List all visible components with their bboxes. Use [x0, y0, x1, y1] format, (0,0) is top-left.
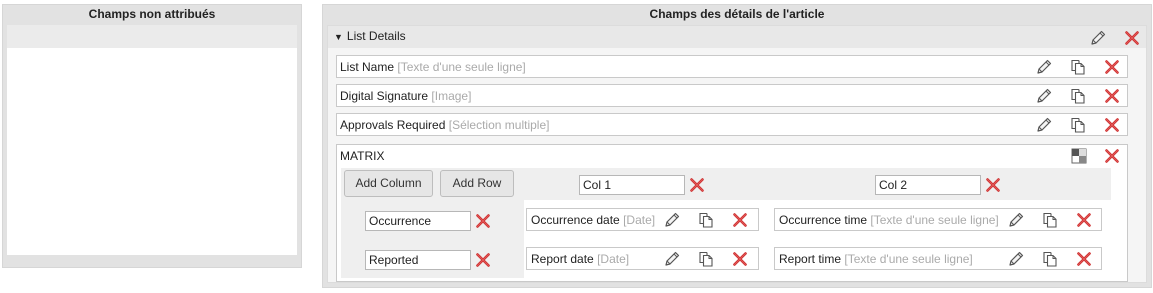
copy-icon[interactable] [697, 250, 715, 268]
cell-name: Report date [531, 252, 594, 266]
section-header[interactable]: ▼ List Details [328, 26, 1146, 48]
close-icon[interactable] [1103, 58, 1121, 76]
column-name-input[interactable]: Col 1 [579, 175, 685, 195]
pencil-icon[interactable] [1007, 250, 1025, 268]
pencil-icon[interactable] [1035, 116, 1053, 134]
cell-name: Occurrence time [779, 213, 868, 227]
matrix-cell[interactable]: Report date [Date] [526, 247, 759, 270]
field-row-digital-signature[interactable]: Digital Signature [Image] [336, 84, 1128, 107]
matrix-label: MATRIX [340, 149, 385, 163]
add-row-button[interactable]: Add Row [440, 170, 514, 197]
matrix-cell[interactable]: Occurrence date [Date] [526, 208, 759, 231]
matrix-field[interactable]: MATRIX Add Column Add Row Col 1 Col 2 Oc… [336, 144, 1128, 282]
copy-icon[interactable] [1069, 87, 1087, 105]
item-details-fields-panel: Champs des détails de l'article ▼ List De… [322, 4, 1152, 288]
cell-label: Report date [Date] [531, 252, 629, 266]
unassigned-fields-title: Champs non attribués [88, 7, 216, 21]
close-icon[interactable] [474, 212, 492, 230]
copy-icon[interactable] [1069, 116, 1087, 134]
list-details-section: ▼ List Details List Name [Texte d'une seu… [327, 25, 1147, 283]
field-type: [Image] [431, 89, 472, 103]
unassigned-fields-header [7, 25, 297, 48]
matrix-grid-icon[interactable] [1070, 147, 1088, 165]
field-name: Approvals Required [340, 118, 446, 132]
pencil-icon[interactable] [1035, 87, 1053, 105]
copy-icon[interactable] [1041, 211, 1059, 229]
cell-name: Report time [779, 252, 842, 266]
close-icon[interactable] [1123, 29, 1141, 47]
pencil-icon[interactable] [1035, 58, 1053, 76]
section-title[interactable]: ▼ List Details [334, 29, 406, 43]
field-label: Approvals Required [Sélection multiple] [340, 118, 549, 132]
field-name: Digital Signature [340, 89, 429, 103]
pencil-icon[interactable] [663, 211, 681, 229]
pencil-icon[interactable] [663, 250, 681, 268]
cell-label: Occurrence date [Date] [531, 213, 655, 227]
item-details-fields-title: Champs des détails de l'article [649, 7, 825, 21]
cell-type: [Date] [623, 213, 656, 227]
add-column-button[interactable]: Add Column [344, 170, 433, 197]
close-icon[interactable] [1103, 147, 1121, 165]
matrix-cell[interactable]: Occurrence time [Texte d'une seule ligne… [774, 208, 1102, 231]
row-name-input[interactable]: Occurrence [365, 211, 471, 231]
matrix-cell[interactable]: Report time [Texte d'une seule ligne] [774, 247, 1102, 270]
copy-icon[interactable] [1041, 250, 1059, 268]
field-type: [Texte d'une seule ligne] [397, 60, 526, 74]
unassigned-fields-list[interactable] [7, 48, 297, 255]
field-label: Digital Signature [Image] [340, 89, 471, 103]
close-icon[interactable] [731, 211, 749, 229]
cell-name: Occurrence date [531, 213, 620, 227]
caret-down-icon[interactable]: ▼ [334, 32, 343, 42]
pencil-icon[interactable] [1007, 211, 1025, 229]
field-row-list-name[interactable]: List Name [Texte d'une seule ligne] [336, 55, 1128, 78]
copy-icon[interactable] [697, 211, 715, 229]
cell-label: Report time [Texte d'une seule ligne] [779, 252, 973, 266]
row-name-input[interactable]: Reported [365, 250, 471, 270]
field-type: [Sélection multiple] [448, 118, 550, 132]
close-icon[interactable] [731, 250, 749, 268]
cell-type: [Texte d'une seule ligne] [870, 213, 999, 227]
close-icon[interactable] [984, 176, 1002, 194]
cell-type: [Texte d'une seule ligne] [844, 252, 973, 266]
section-title-label: List Details [346, 29, 406, 43]
column-name-input[interactable]: Col 2 [875, 175, 981, 195]
close-icon[interactable] [1075, 250, 1093, 268]
cell-type: [Date] [597, 252, 630, 266]
field-name: List Name [340, 60, 395, 74]
close-icon[interactable] [1103, 87, 1121, 105]
close-icon[interactable] [1075, 211, 1093, 229]
field-label: List Name [Texte d'une seule ligne] [340, 60, 526, 74]
close-icon[interactable] [1103, 116, 1121, 134]
cell-label: Occurrence time [Texte d'une seule ligne… [779, 213, 999, 227]
unassigned-fields-panel: Champs non attribués [2, 4, 302, 268]
close-icon[interactable] [474, 251, 492, 269]
close-icon[interactable] [688, 176, 706, 194]
field-row-approvals-required[interactable]: Approvals Required [Sélection multiple] [336, 113, 1128, 136]
pencil-icon[interactable] [1089, 29, 1107, 47]
copy-icon[interactable] [1069, 58, 1087, 76]
